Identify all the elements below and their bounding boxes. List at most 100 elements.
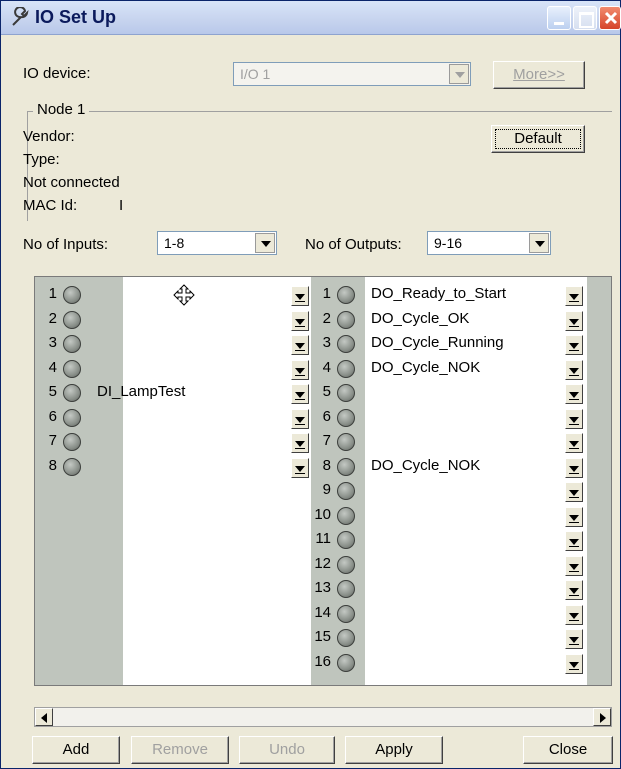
input-row[interactable]: 7 xyxy=(35,431,311,455)
chevron-down-icon xyxy=(529,233,549,253)
output-row[interactable]: 5 xyxy=(311,382,611,406)
input-dropdown-button[interactable] xyxy=(291,408,309,429)
output-dropdown-button[interactable] xyxy=(565,629,583,649)
input-number: 3 xyxy=(48,334,57,351)
inputs-value: 1-8 xyxy=(164,235,185,251)
maximize-button[interactable] xyxy=(573,6,597,30)
inputs-select[interactable]: 1-8 xyxy=(157,231,277,255)
input-row[interactable]: 1 xyxy=(35,284,311,308)
add-button-label: Add xyxy=(62,741,90,758)
input-number: 7 xyxy=(48,432,57,449)
input-led-icon xyxy=(63,286,81,304)
output-dropdown-button[interactable] xyxy=(565,433,583,453)
input-row[interactable]: 2 xyxy=(35,309,311,333)
output-number: 1 xyxy=(322,285,331,302)
output-dropdown-button[interactable] xyxy=(565,310,583,331)
input-dropdown-button[interactable] xyxy=(291,359,309,380)
output-number: 13 xyxy=(314,579,331,596)
close-window-button[interactable] xyxy=(599,6,621,30)
output-row[interactable]: 16 xyxy=(311,652,611,676)
input-number: 1 xyxy=(48,285,57,302)
default-button-label: Default xyxy=(514,130,562,147)
input-dropdown-button[interactable] xyxy=(291,286,309,306)
output-dropdown-button[interactable] xyxy=(565,531,583,551)
output-row[interactable]: 13 xyxy=(311,578,611,602)
output-row[interactable]: 2 DO_Cycle_OK xyxy=(311,309,611,333)
undo-button[interactable]: Undo xyxy=(239,736,335,764)
input-led-icon xyxy=(63,408,81,427)
output-row[interactable]: 12 xyxy=(311,554,611,578)
input-row[interactable]: 5 DI_LampTest xyxy=(35,382,311,406)
io-device-select[interactable]: I/O 1 xyxy=(233,62,471,86)
output-number: 10 xyxy=(314,505,331,523)
output-row[interactable]: 3 DO_Cycle_Running xyxy=(311,333,611,357)
output-row[interactable]: 4 DO_Cycle_NOK xyxy=(311,358,611,382)
close-icon xyxy=(604,11,618,25)
output-number: 16 xyxy=(314,652,331,670)
inputs-label: No of Inputs: xyxy=(23,236,109,253)
input-dropdown-button[interactable] xyxy=(291,457,309,478)
type-label: Type: xyxy=(23,151,60,168)
output-dropdown-button[interactable] xyxy=(565,653,583,674)
output-dropdown-button[interactable] xyxy=(565,482,583,502)
output-row[interactable]: 14 xyxy=(311,603,611,627)
io-device-label: IO device: xyxy=(23,65,91,82)
input-row[interactable]: 4 xyxy=(35,358,311,382)
output-dropdown-button[interactable] xyxy=(565,408,583,429)
input-led-icon xyxy=(63,433,81,451)
output-led-icon xyxy=(337,604,355,623)
output-dropdown-button[interactable] xyxy=(565,335,583,355)
output-dropdown-button[interactable] xyxy=(565,384,583,404)
output-row[interactable]: 11 xyxy=(311,529,611,553)
output-dropdown-button[interactable] xyxy=(565,604,583,625)
input-dropdown-button[interactable] xyxy=(291,310,309,331)
output-row[interactable]: 15 xyxy=(311,627,611,651)
input-dropdown-button[interactable] xyxy=(291,384,309,404)
output-led-icon xyxy=(337,457,355,476)
output-number: 2 xyxy=(322,309,331,327)
chevron-down-icon xyxy=(449,64,469,84)
apply-button[interactable]: Apply xyxy=(345,736,443,764)
input-dropdown-button[interactable] xyxy=(291,433,309,453)
add-button[interactable]: Add xyxy=(32,736,120,764)
output-led-icon xyxy=(337,531,355,549)
output-number: 3 xyxy=(322,334,331,351)
output-dropdown-button[interactable] xyxy=(565,286,583,306)
more-button[interactable]: More>> xyxy=(493,61,585,89)
output-row[interactable]: 9 xyxy=(311,480,611,504)
output-number: 12 xyxy=(314,554,331,572)
input-row[interactable]: 3 xyxy=(35,333,311,357)
output-dropdown-button[interactable] xyxy=(565,457,583,478)
scroll-right-button[interactable] xyxy=(593,708,611,726)
output-dropdown-button[interactable] xyxy=(565,580,583,600)
close-button[interactable]: Close xyxy=(523,736,613,764)
input-led-icon xyxy=(63,359,81,378)
input-signal-name: DI_LampTest xyxy=(97,383,186,400)
output-led-icon xyxy=(337,408,355,427)
input-number: 4 xyxy=(48,358,57,376)
output-dropdown-button[interactable] xyxy=(565,359,583,380)
output-row[interactable]: 7 xyxy=(311,431,611,455)
title-bar[interactable]: IO Set Up xyxy=(1,1,621,35)
scroll-left-button[interactable] xyxy=(35,708,53,726)
output-row[interactable]: 10 xyxy=(311,505,611,529)
remove-button[interactable]: Remove xyxy=(131,736,229,764)
output-row[interactable]: 6 xyxy=(311,407,611,431)
minimize-button[interactable] xyxy=(547,6,571,30)
input-row[interactable]: 6 xyxy=(35,407,311,431)
horizontal-scrollbar[interactable] xyxy=(34,707,612,727)
output-row[interactable]: 8 DO_Cycle_NOK xyxy=(311,456,611,480)
node-group-label: Node 1 xyxy=(33,101,90,118)
output-row[interactable]: 1 DO_Ready_to_Start xyxy=(311,284,611,308)
output-dropdown-button[interactable] xyxy=(565,506,583,527)
output-led-icon xyxy=(337,653,355,672)
outputs-select[interactable]: 9-16 xyxy=(427,231,551,255)
input-dropdown-button[interactable] xyxy=(291,335,309,355)
output-number: 7 xyxy=(322,432,331,449)
input-row[interactable]: 8 xyxy=(35,456,311,480)
default-button[interactable]: Default xyxy=(491,125,585,153)
more-button-label: More>> xyxy=(513,66,565,83)
output-dropdown-button[interactable] xyxy=(565,555,583,576)
undo-button-label: Undo xyxy=(269,741,305,758)
io-setup-window: IO Set Up IO device: I/O 1 More>> Node 1… xyxy=(0,0,621,769)
